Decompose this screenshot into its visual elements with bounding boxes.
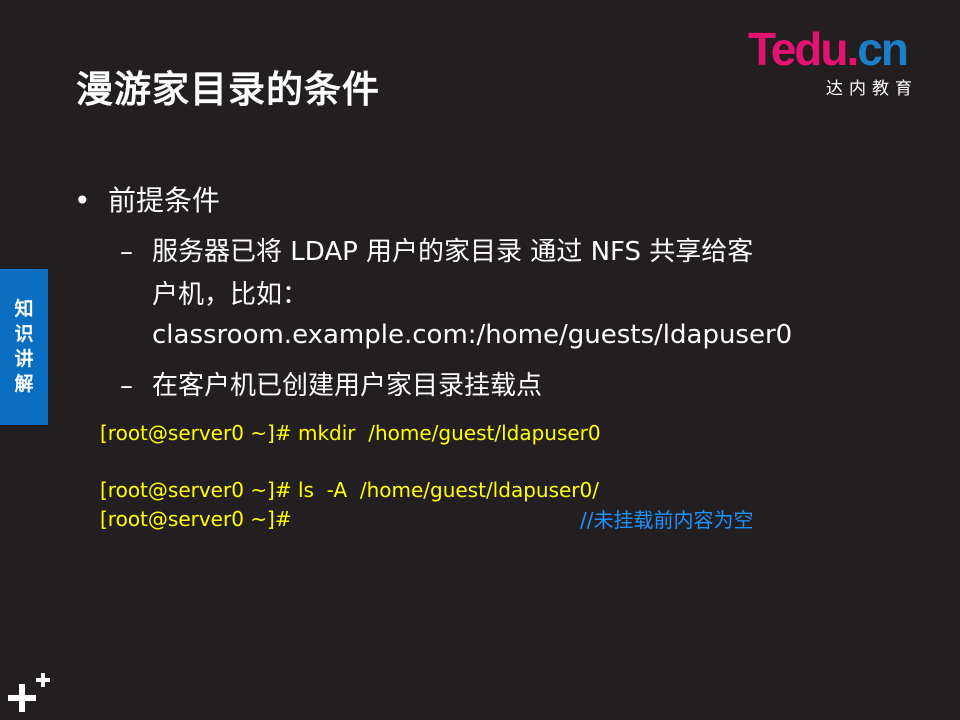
logo-letter-t: T <box>748 23 773 75</box>
bullet-text: 前提条件 <box>108 184 221 217</box>
sub-item-1-line1: 服务器已将 LDAP 用户的家目录 通过 NFS 共享给客 <box>152 237 754 267</box>
logo-subtitle: 达内教育 <box>826 79 918 99</box>
bullet-dot: • <box>74 184 91 217</box>
slide: 漫游家目录的条件 Tedu.cn 达内教育 知识讲解 • 前提条件 – 服务器已将 … <box>0 0 960 720</box>
sub-item-1-line3: classroom.example.com:/home/guests/ldapu… <box>152 320 793 350</box>
code-line-mkdir: [root@server0 ~]# mkdir /home/guest/ldap… <box>100 421 601 445</box>
sub-item-2-line1: 在客户机已创建用户家目录挂载点 <box>152 371 543 401</box>
code-line-prompt: [root@server0 ~]# <box>100 507 292 531</box>
sub-item-dash: – <box>120 237 133 267</box>
logo-word-rest: edu. <box>770 23 860 75</box>
logo-word-cn: cn <box>857 23 909 75</box>
tedu-logo: Tedu.cn 达内教育 <box>748 26 938 106</box>
code-line-ls: [root@server0 ~]# ls -A /home/guest/ldap… <box>100 478 599 502</box>
logo-wordmark: Tedu.cn <box>748 23 909 75</box>
side-tab: 知识讲解 <box>0 269 48 425</box>
sub-item-1: – 服务器已将 LDAP 用户的家目录 通过 NFS 共享给客 <box>120 233 753 271</box>
bullet-item: • 前提条件 <box>74 182 220 220</box>
code-comment: //未挂载前内容为空 <box>580 508 754 532</box>
slide-title: 漫游家目录的条件 <box>76 68 380 111</box>
sub-item-dash: – <box>120 371 133 401</box>
sub-item-1-line2: 户机，比如： <box>152 280 309 310</box>
side-tab-label: 知识讲解 <box>14 298 34 395</box>
sub-item-2: – 在客户机已创建用户家目录挂载点 <box>120 367 542 405</box>
plus-plus-icon <box>8 673 50 712</box>
